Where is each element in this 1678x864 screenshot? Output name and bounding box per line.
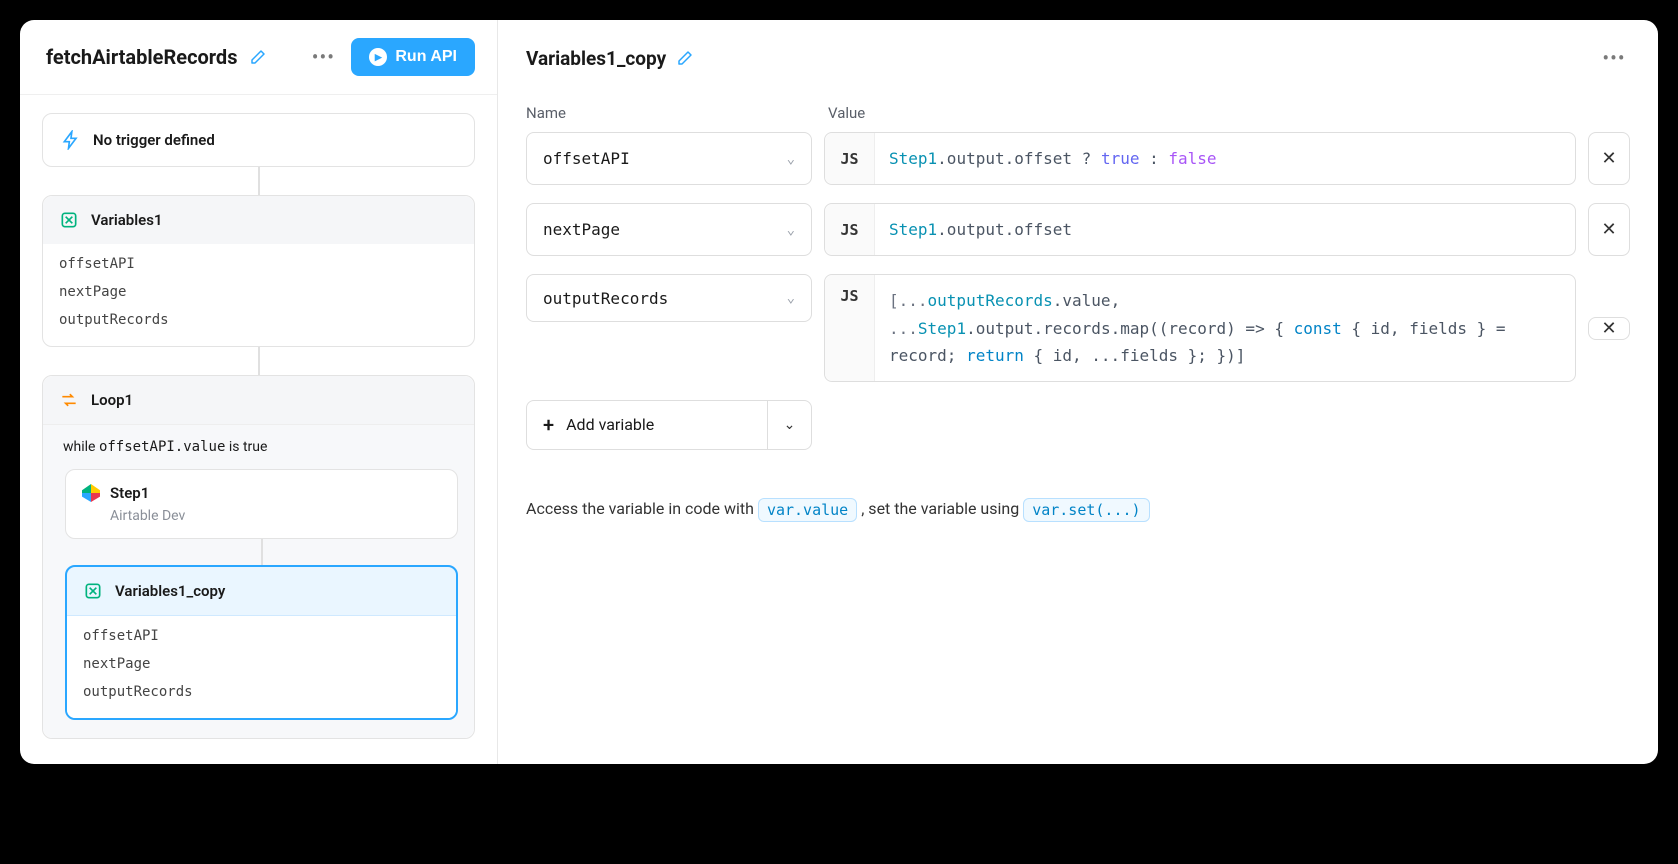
more-button[interactable]: •••	[307, 41, 339, 73]
add-variable-label: Add variable	[566, 415, 654, 434]
delete-button[interactable]: ✕	[1588, 317, 1630, 340]
loop1-title: Loop1	[91, 391, 133, 409]
add-variable-button[interactable]: + Add variable	[527, 401, 767, 449]
var-value-input[interactable]: JS Step1.output.offset	[824, 203, 1576, 256]
table-header: Name Value	[526, 104, 1630, 122]
code-editor[interactable]: [...outputRecords.value,...Step1.output.…	[875, 275, 1575, 381]
more-button[interactable]: •••	[1598, 42, 1630, 74]
run-api-button[interactable]: ▶ Run API	[351, 38, 475, 76]
delete-button[interactable]: ✕	[1588, 203, 1630, 256]
detail-title: Variables1_copy	[526, 47, 666, 70]
chevron-down-icon: ⌄	[784, 417, 796, 433]
step1-node[interactable]: Step1 Airtable Dev	[65, 469, 458, 539]
col-value-header: Value	[828, 104, 1630, 122]
var-item: offsetAPI	[59, 250, 458, 278]
col-name-header: Name	[526, 104, 812, 122]
var-item: outputRecords	[83, 678, 440, 706]
variables1-copy-node[interactable]: Variables1_copy offsetAPI nextPage outpu…	[65, 565, 458, 720]
var-name-select[interactable]: outputRecords ⌄	[526, 274, 812, 322]
lightning-icon	[61, 130, 81, 150]
var-name-select[interactable]: nextPage ⌄	[526, 203, 812, 256]
add-variable-dropdown[interactable]: ⌄	[767, 401, 811, 449]
run-api-label: Run API	[395, 48, 457, 66]
loop1-node[interactable]: Loop1 while offsetAPI.value is true Step…	[42, 375, 475, 739]
var-value-input[interactable]: JS [...outputRecords.value,...Step1.outp…	[824, 274, 1576, 382]
connector	[261, 539, 263, 565]
flow-area: No trigger defined Variables1 offsetAPI …	[20, 95, 497, 764]
js-badge: JS	[825, 204, 875, 255]
delete-button[interactable]: ✕	[1588, 132, 1630, 185]
trigger-node[interactable]: No trigger defined	[42, 113, 475, 167]
trigger-title: No trigger defined	[93, 131, 215, 149]
connector	[258, 167, 260, 195]
airtable-icon	[82, 484, 100, 502]
var-item: nextPage	[83, 650, 440, 678]
connector	[258, 347, 260, 375]
var-item: outputRecords	[59, 306, 458, 334]
app-frame: fetchAirtableRecords ••• ▶ Run API No tr…	[20, 20, 1658, 764]
left-panel: fetchAirtableRecords ••• ▶ Run API No tr…	[20, 20, 498, 764]
variable-row: offsetAPI ⌄ JS Step1.output.offset ? tru…	[526, 132, 1630, 185]
edit-icon[interactable]	[249, 48, 267, 66]
workflow-title: fetchAirtableRecords	[46, 45, 237, 69]
play-icon: ▶	[369, 48, 387, 66]
loop-icon	[59, 390, 79, 410]
variables-icon	[83, 581, 103, 601]
variables1-copy-title: Variables1_copy	[115, 582, 225, 600]
variable-row: outputRecords ⌄ JS [...outputRecords.val…	[526, 274, 1630, 382]
plus-icon: +	[543, 413, 554, 437]
var-value-input[interactable]: JS Step1.output.offset ? true : false	[824, 132, 1576, 185]
hint-text: Access the variable in code with var.val…	[526, 498, 1630, 522]
js-badge: JS	[825, 133, 875, 184]
variables-icon	[59, 210, 79, 230]
edit-icon[interactable]	[676, 49, 694, 67]
variable-row: nextPage ⌄ JS Step1.output.offset ✕	[526, 203, 1630, 256]
var-item: nextPage	[59, 278, 458, 306]
step1-subtitle: Airtable Dev	[82, 508, 441, 524]
chevron-down-icon: ⌄	[787, 290, 795, 306]
loop-condition: while offsetAPI.value is true	[59, 439, 458, 469]
var-name-select[interactable]: offsetAPI ⌄	[526, 132, 812, 185]
right-header: Variables1_copy •••	[526, 42, 1630, 74]
right-panel: Variables1_copy ••• Name Value offsetAPI…	[498, 20, 1658, 764]
code-editor[interactable]: Step1.output.offset ? true : false	[875, 133, 1575, 184]
chevron-down-icon: ⌄	[787, 151, 795, 167]
var-item: offsetAPI	[83, 622, 440, 650]
step1-title: Step1	[110, 484, 149, 502]
left-header: fetchAirtableRecords ••• ▶ Run API	[20, 20, 497, 95]
js-badge: JS	[825, 275, 875, 381]
code-pill: var.set(...)	[1023, 498, 1149, 522]
variables1-title: Variables1	[91, 211, 163, 229]
code-editor[interactable]: Step1.output.offset	[875, 204, 1575, 255]
add-variable-row: + Add variable ⌄	[526, 400, 812, 450]
chevron-down-icon: ⌄	[787, 222, 795, 238]
code-pill: var.value	[758, 498, 857, 522]
variables1-node[interactable]: Variables1 offsetAPI nextPage outputReco…	[42, 195, 475, 347]
